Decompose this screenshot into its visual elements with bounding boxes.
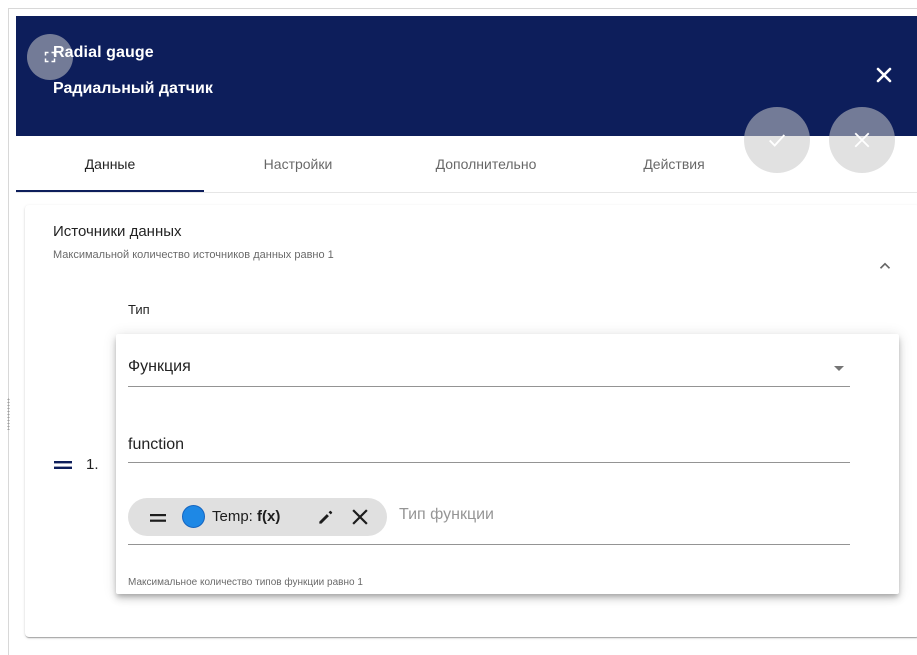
- chip-key-label: Temp:: [212, 508, 258, 525]
- tab-advanced[interactable]: Дополнительно: [392, 136, 580, 192]
- type-column-label: Тип: [128, 302, 150, 317]
- close-icon: [876, 67, 892, 83]
- dropdown-arrow-icon: [834, 366, 844, 371]
- datakey-chip[interactable]: Temp: f(x): [128, 498, 387, 536]
- datasources-title: Источники данных: [53, 223, 182, 240]
- edit-icon[interactable]: [316, 507, 336, 527]
- drag-handle-icon[interactable]: [150, 513, 166, 523]
- drag-handle-icon[interactable]: [53, 459, 73, 471]
- tab-settings[interactable]: Настройки: [204, 136, 392, 192]
- function-name-field[interactable]: function: [128, 424, 850, 463]
- chevron-up-icon[interactable]: [876, 257, 894, 275]
- max-function-types-hint: Максимальное количество типов функции ра…: [128, 577, 363, 588]
- widget-subtitle: Радиальный датчик: [53, 80, 213, 97]
- datasource-card: Функция function Temp: f(x) Максимальное…: [116, 334, 899, 594]
- tab-data[interactable]: Данные: [16, 136, 204, 192]
- tab-actions[interactable]: Действия: [580, 136, 768, 192]
- close-dialog-button[interactable]: [873, 64, 895, 86]
- function-name-value: function: [128, 436, 185, 453]
- color-dot-icon[interactable]: [182, 505, 205, 528]
- function-type-input[interactable]: [399, 506, 699, 524]
- resize-handle[interactable]: [7, 398, 10, 430]
- function-type-chip-list: Temp: f(x): [128, 494, 850, 545]
- close-icon[interactable]: [350, 507, 370, 527]
- datasource-index: 1.: [86, 456, 99, 473]
- chip-label: Temp: f(x): [212, 508, 280, 525]
- datasource-type-select[interactable]: Функция: [128, 348, 850, 387]
- active-tab-indicator: [16, 190, 204, 192]
- datasource-type-value: Функция: [128, 358, 191, 375]
- chip-func-label: f(x): [257, 508, 281, 525]
- datasources-hint: Максимальной количество источников данны…: [53, 249, 334, 261]
- widget-title: Radial gauge: [53, 44, 154, 61]
- tab-bar: Данные Настройки Дополнительно Действия: [16, 136, 917, 193]
